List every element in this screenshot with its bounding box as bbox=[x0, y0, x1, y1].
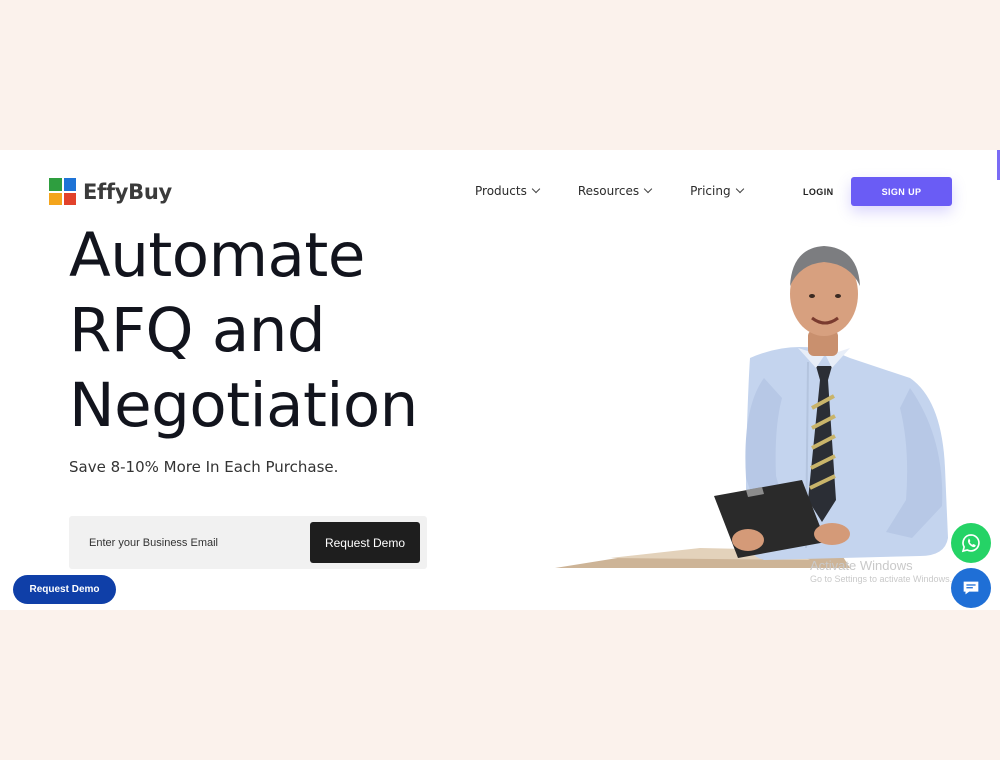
bottom-background-band bbox=[0, 610, 1000, 760]
chat-icon bbox=[963, 581, 979, 595]
chevron-down-icon bbox=[531, 184, 541, 194]
hero-title: Automate RFQ and Negotiation bbox=[69, 218, 418, 443]
activate-windows-watermark: Activate Windows Go to Settings to activ… bbox=[810, 558, 952, 584]
landing-page: EffyBuy Products Resources Pricing LOGIN… bbox=[0, 150, 1000, 610]
watermark-line2: Go to Settings to activate Windows. bbox=[810, 574, 953, 584]
floating-request-demo-button[interactable]: Request Demo bbox=[13, 575, 116, 604]
businessman-photo bbox=[555, 246, 948, 568]
hero-title-line2: RFQ and bbox=[69, 295, 326, 366]
whatsapp-button[interactable] bbox=[951, 523, 991, 563]
hero-subtitle: Save 8-10% More In Each Purchase. bbox=[69, 458, 339, 476]
nav-products[interactable]: Products bbox=[475, 184, 541, 198]
business-email-input[interactable] bbox=[69, 516, 305, 569]
logo-mark-icon bbox=[49, 178, 76, 205]
main-nav: Products Resources Pricing bbox=[475, 184, 744, 198]
logo-text: EffyBuy bbox=[83, 179, 172, 204]
hero-title-line1: Automate bbox=[69, 220, 365, 291]
chevron-down-icon bbox=[643, 184, 653, 194]
nav-resources-label: Resources bbox=[577, 184, 640, 198]
brand-logo[interactable]: EffyBuy bbox=[49, 178, 172, 205]
demo-request-form: Request Demo bbox=[69, 516, 427, 569]
hero-title-line3: Negotiation bbox=[69, 370, 418, 441]
whatsapp-icon bbox=[961, 534, 980, 553]
nav-resources[interactable]: Resources bbox=[577, 184, 653, 198]
signup-button[interactable]: SIGN UP bbox=[851, 177, 952, 206]
nav-pricing-label: Pricing bbox=[690, 184, 731, 198]
nav-pricing[interactable]: Pricing bbox=[690, 184, 744, 198]
watermark-line1: Activate Windows bbox=[810, 558, 913, 573]
top-background-band bbox=[0, 0, 1000, 150]
request-demo-button[interactable]: Request Demo bbox=[310, 522, 420, 563]
login-link[interactable]: LOGIN bbox=[803, 187, 834, 197]
chat-button[interactable] bbox=[951, 568, 991, 608]
chevron-down-icon bbox=[735, 184, 744, 194]
nav-products-label: Products bbox=[475, 184, 527, 198]
